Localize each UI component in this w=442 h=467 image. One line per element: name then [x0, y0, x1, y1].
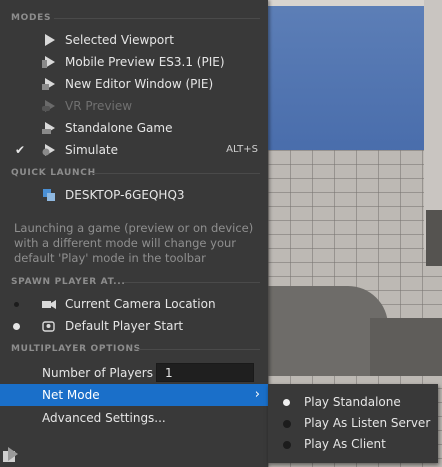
- spawn-current-camera[interactable]: Current Camera Location: [0, 293, 268, 315]
- vr-icon: [42, 100, 55, 112]
- radio-selected-icon: [13, 323, 20, 330]
- simulate-icon: [42, 144, 55, 156]
- section-divider: [92, 173, 260, 174]
- play-options-menu: MODES Selected Viewport Mobile Preview E…: [0, 0, 268, 467]
- net-mode-play-standalone[interactable]: Play Standalone: [268, 392, 438, 413]
- spawn-label: Default Player Start: [65, 319, 184, 333]
- standalone-icon: [42, 122, 55, 134]
- net-mode-option-label: Play As Listen Server: [304, 416, 431, 430]
- checkmark-icon: ✔: [15, 143, 26, 157]
- number-of-players-input[interactable]: [156, 363, 254, 382]
- device-icon: [43, 189, 55, 201]
- mode-label: Standalone Game: [65, 121, 173, 135]
- mode-selected-viewport[interactable]: Selected Viewport: [0, 29, 268, 51]
- section-divider: [124, 282, 260, 283]
- mode-label: Simulate: [65, 143, 119, 157]
- mode-change-note: Launching a game (preview or on device) …: [14, 221, 254, 265]
- net-mode-listen-server[interactable]: Play As Listen Server: [268, 413, 438, 434]
- net-mode-label: Net Mode: [42, 388, 100, 402]
- mode-label: Selected Viewport: [65, 33, 174, 47]
- net-mode-option-label: Play As Client: [304, 437, 386, 451]
- mode-new-editor-window[interactable]: New Editor Window (PIE): [0, 73, 268, 95]
- camera-icon: [42, 300, 56, 309]
- net-mode-option-label: Play Standalone: [304, 395, 401, 409]
- chevron-right-icon: ›: [254, 387, 260, 402]
- mode-mobile-preview[interactable]: Mobile Preview ES3.1 (PIE): [0, 51, 268, 73]
- device-label: DESKTOP-6GEQHQ3: [65, 188, 185, 202]
- mode-label: VR Preview: [65, 99, 133, 113]
- shortcut-label: ALT+S: [226, 144, 258, 155]
- radio-unselected-icon: [14, 302, 19, 307]
- net-mode-play-as-client[interactable]: Play As Client: [268, 434, 438, 455]
- player-start-icon: [42, 321, 55, 332]
- viewport-block: [426, 210, 442, 266]
- radio-unselected-icon: [283, 441, 291, 449]
- section-quick-launch-header: QUICK LAUNCH: [11, 168, 96, 178]
- spawn-label: Current Camera Location: [65, 297, 216, 311]
- mode-standalone-game[interactable]: Standalone Game: [0, 117, 268, 139]
- viewport-slab-step: [370, 318, 442, 376]
- editor-window-icon: [42, 78, 55, 90]
- play-icon: [45, 34, 55, 46]
- advanced-settings-item[interactable]: Advanced Settings...: [42, 407, 166, 429]
- net-mode-submenu: Play Standalone Play As Listen Server Pl…: [268, 384, 438, 463]
- radio-selected-icon: [283, 399, 290, 406]
- mode-simulate[interactable]: ✔ Simulate ALT+S: [0, 139, 268, 161]
- mode-label: Mobile Preview ES3.1 (PIE): [65, 55, 225, 69]
- number-of-players-label: Number of Players: [42, 366, 153, 380]
- mobile-preview-icon: [42, 56, 55, 68]
- section-divider: [138, 349, 260, 350]
- section-modes-header: MODES: [11, 13, 52, 23]
- viewport-options-icon[interactable]: [2, 446, 20, 464]
- viewport-wall-top: [268, 0, 442, 6]
- mode-vr-preview: VR Preview: [0, 95, 268, 117]
- section-multiplayer-header: MULTIPLAYER OPTIONS: [11, 344, 141, 354]
- quick-launch-device[interactable]: DESKTOP-6GEQHQ3: [0, 184, 268, 206]
- net-mode-menu-item[interactable]: Net Mode ›: [0, 384, 268, 406]
- section-divider: [54, 18, 260, 19]
- section-spawn-header: SPAWN PLAYER AT...: [11, 277, 126, 287]
- radio-unselected-icon: [283, 420, 291, 428]
- mode-label: New Editor Window (PIE): [65, 77, 214, 91]
- spawn-default-player-start[interactable]: Default Player Start: [0, 315, 268, 337]
